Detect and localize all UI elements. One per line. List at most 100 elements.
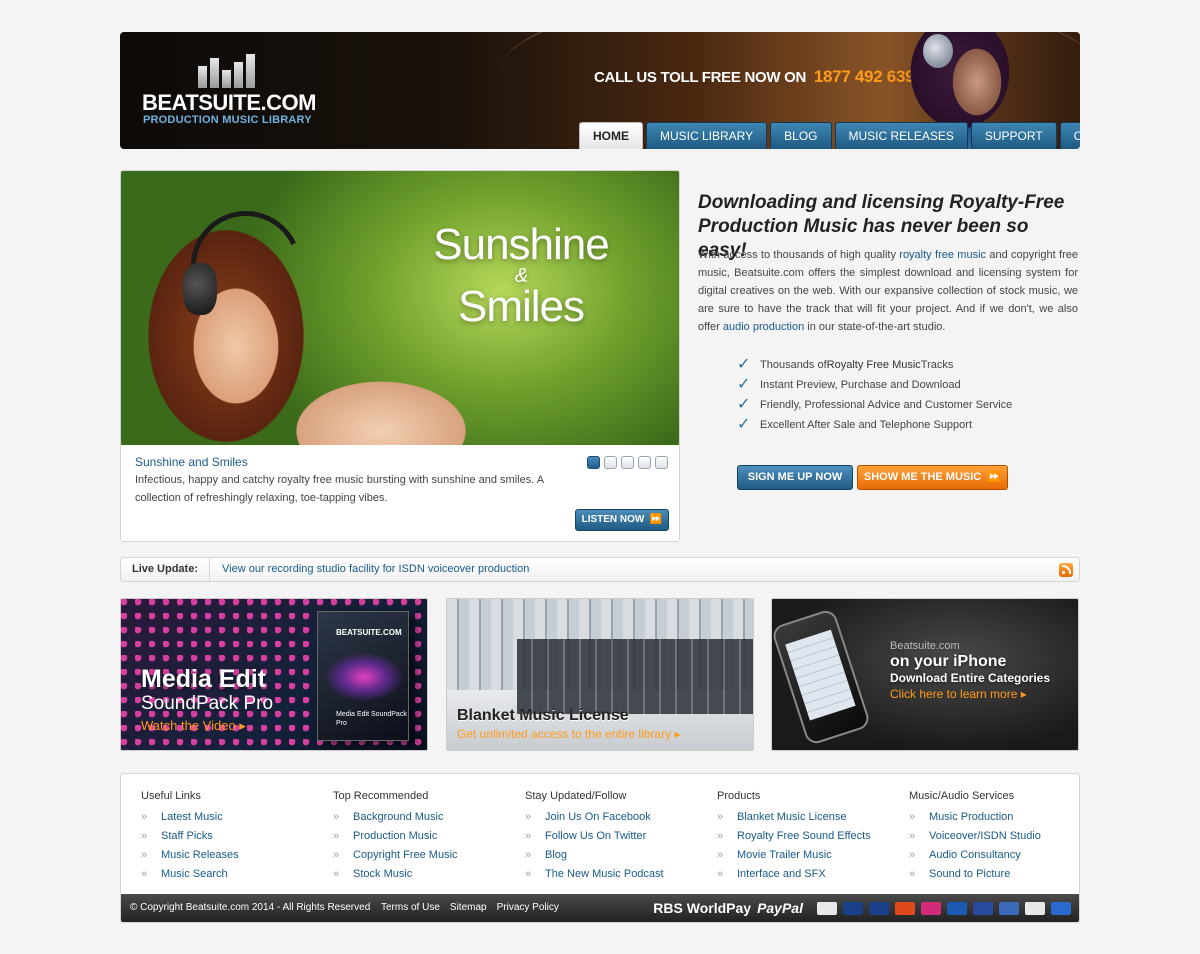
footer-col-title: Products [717, 790, 761, 802]
footer-link[interactable]: Staff Picks [161, 827, 213, 846]
footer-link[interactable]: The New Music Podcast [545, 865, 664, 884]
footer-link[interactable]: Follow Us On Twitter [545, 827, 646, 846]
slider-dot-5[interactable] [655, 456, 668, 469]
footer-link-item: » Audio Consultancy [909, 846, 1079, 865]
live-update-link[interactable]: View our recording studio facility for I… [222, 558, 529, 581]
nav-support[interactable]: SUPPORT [970, 122, 1057, 149]
rss-icon[interactable] [1059, 563, 1073, 577]
footer-link-item: » Production Music [333, 827, 513, 846]
double-chevron-icon: » [909, 811, 916, 823]
footer-link[interactable]: Royalty Free Sound Effects [737, 827, 871, 846]
checkmark-icon: ✓ [737, 356, 751, 373]
slider-dot-1[interactable] [587, 456, 600, 469]
card-icon [843, 901, 863, 915]
checkmark-icon: ✓ [737, 376, 751, 393]
double-chevron-icon: » [909, 830, 916, 842]
footer-link[interactable]: Music Production [929, 808, 1013, 827]
feature-text-tail: Tracks [920, 359, 954, 371]
footer-link[interactable]: Background Music [353, 808, 444, 827]
footer-link-item: » Blog [525, 846, 705, 865]
main-nav: HOME MUSIC LIBRARY BLOG MUSIC RELEASES S… [579, 122, 1080, 149]
footer-link[interactable]: Blanket Music License [737, 808, 846, 827]
promo-blanket-link[interactable]: Get unlimited access to the entire libra… [457, 727, 680, 741]
slider-dot-3[interactable] [621, 456, 634, 469]
footer-link[interactable]: Copyright Free Music [353, 846, 458, 865]
promo-iphone-link[interactable]: Click here to learn more ▸ [890, 687, 1027, 701]
footer-link[interactable]: Latest Music [161, 808, 223, 827]
footer-link[interactable]: Interface and SFX [737, 865, 826, 884]
double-chevron-icon: » [717, 849, 724, 861]
slider-dot-4[interactable] [638, 456, 651, 469]
footer-link[interactable]: Audio Consultancy [929, 846, 1021, 865]
footer-link[interactable]: Sound to Picture [929, 865, 1010, 884]
feature-item: ✓ Friendly, Professional Advice and Cust… [737, 395, 1012, 415]
footer-link[interactable]: Movie Trailer Music [737, 846, 832, 865]
show-me-the-music-button[interactable]: SHOW ME THE MUSIC ⏩ [857, 465, 1008, 490]
sitemap-link[interactable]: Sitemap [450, 894, 487, 922]
footer-link[interactable]: Voiceover/ISDN Studio [929, 827, 1041, 846]
hero-caption-title[interactable]: Sunshine and Smiles [135, 455, 248, 469]
hero-image[interactable]: Sunshine & Smiles [121, 171, 679, 445]
double-chevron-icon: » [717, 830, 724, 842]
terms-link[interactable]: Terms of Use [381, 894, 440, 922]
paypal-logo: PayPal [757, 900, 803, 916]
feature-link[interactable]: Royalty Free Music [827, 355, 921, 375]
footer-link[interactable]: Stock Music [353, 865, 412, 884]
privacy-link[interactable]: Privacy Policy [497, 894, 559, 922]
intro-text-1: With access to thousands of high quality [698, 249, 900, 261]
footer-link-item: » Stock Music [333, 865, 513, 884]
nav-music-releases[interactable]: MUSIC RELEASES [834, 122, 968, 149]
footer-link-item: » Sound to Picture [909, 865, 1079, 884]
nav-contact[interactable]: CONTACT [1059, 122, 1080, 149]
card-icon [947, 901, 967, 915]
footer-link-item: » Voiceover/ISDN Studio [909, 827, 1079, 846]
footer-link[interactable]: Music Search [161, 865, 228, 884]
promo-iphone-subtitle: Download Entire Categories [890, 671, 1051, 685]
card-icon [1051, 901, 1071, 915]
feature-text: Excellent After Sale and Telephone Suppo… [760, 419, 973, 431]
card-icon [973, 901, 993, 915]
double-chevron-icon: » [717, 868, 724, 880]
listen-now-button[interactable]: LISTEN NOW ⏩ [575, 509, 669, 531]
nav-music-library[interactable]: MUSIC LIBRARY [646, 122, 768, 149]
footer-link[interactable]: Join Us On Facebook [545, 808, 651, 827]
logo-name: BEATSUITE.COM [142, 90, 316, 115]
nav-home[interactable]: HOME [579, 122, 643, 149]
footer-link-item: » Music Releases [141, 846, 321, 865]
logo-bars-icon [198, 54, 255, 88]
footer-col-title: Useful Links [141, 790, 201, 802]
royalty-free-music-link[interactable]: royalty free music [899, 249, 986, 261]
slider-dots [587, 456, 668, 469]
footer-link-item: » Blanket Music License [717, 808, 897, 827]
footer-link-item: » The New Music Podcast [525, 865, 705, 884]
headphones-icon [923, 34, 953, 68]
hero-title-amp: & [514, 265, 528, 287]
promo-iphone-title: on your iPhone [890, 653, 1007, 670]
footer-link[interactable]: Blog [545, 846, 567, 865]
double-chevron-icon: » [525, 811, 532, 823]
promo-blanket-title: Blanket Music License [457, 707, 629, 724]
double-chevron-icon: » [141, 811, 148, 823]
sign-me-up-button[interactable]: SIGN ME UP NOW [737, 465, 853, 490]
footer-link[interactable]: Production Music [353, 827, 437, 846]
nav-blog[interactable]: BLOG [770, 122, 832, 149]
audio-production-link[interactable]: audio production [723, 321, 804, 333]
slider-dot-2[interactable] [604, 456, 617, 469]
arrow-right-icon: ▸ [239, 718, 246, 733]
promo-media-edit[interactable]: Media Edit SoundPack Pro Watch the Video… [120, 598, 428, 751]
double-chevron-icon: » [141, 830, 148, 842]
promo-iphone[interactable]: Beatsuite.com on your iPhone Download En… [771, 598, 1079, 751]
footer-link[interactable]: Music Releases [161, 846, 239, 865]
iphone-image [772, 607, 872, 747]
promo-blanket-license[interactable]: Blanket Music License Get unlimited acce… [446, 598, 754, 751]
double-chevron-icon: » [525, 849, 532, 861]
live-update-bar: Live Update: View our recording studio f… [120, 557, 1080, 582]
double-chevron-icon: » [333, 868, 340, 880]
footer-bottom-bar: © Copyright Beatsuite.com 2014 - All Rig… [121, 894, 1079, 922]
feature-text: Friendly, Professional Advice and Custom… [760, 399, 1013, 411]
logo-tagline: PRODUCTION MUSIC LIBRARY [143, 114, 312, 126]
promo-media-edit-link[interactable]: Watch the Video ▸ [141, 718, 246, 734]
footer-link-item: » Interface and SFX [717, 865, 897, 884]
site-logo[interactable]: BEATSUITE.COM PRODUCTION MUSIC LIBRARY [142, 54, 322, 134]
hero-caption: Infectious, happy and catchy royalty fre… [135, 474, 544, 504]
